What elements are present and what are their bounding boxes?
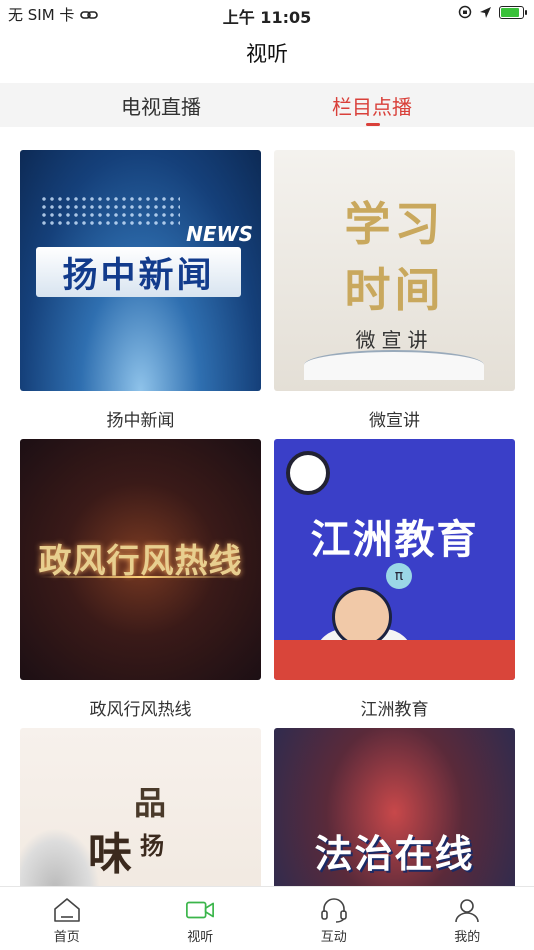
program-thumbnail: 政风行风热线 xyxy=(20,439,261,680)
orientation-lock-icon xyxy=(458,5,472,19)
bottom-tab-label: 视听 xyxy=(187,930,214,945)
page-title: 视听 xyxy=(246,42,288,66)
bottom-tab-label: 我的 xyxy=(454,930,481,945)
thumbnail-char-1: 味 xyxy=(88,829,132,880)
program-card-jiangzhou-education[interactable]: 江洲教育 π 江洲教育 xyxy=(274,439,515,720)
headset-icon xyxy=(319,897,349,923)
status-right xyxy=(458,5,527,19)
pi-badge: π xyxy=(386,563,412,589)
bottom-tab-label: 首页 xyxy=(53,930,80,945)
program-thumbnail: 法治在线 xyxy=(274,728,515,886)
bottom-tab-bar: 首页 视听 互动 我的 xyxy=(0,886,534,950)
video-camera-icon xyxy=(185,897,215,923)
program-card-hotline[interactable]: 政风行风热线 政风行风热线 xyxy=(20,439,261,720)
battery-icon xyxy=(499,5,527,19)
program-card-taste-yangzhong[interactable]: 品 味 扬 xyxy=(20,728,261,886)
thumbnail-title: 政风行风热线 xyxy=(38,541,243,580)
decorative-glow-line xyxy=(40,576,240,578)
thumbnail-title-line1: 学习 xyxy=(344,197,445,251)
status-time: 上午 11:05 xyxy=(222,8,312,27)
bottom-tab-interact[interactable]: 互动 xyxy=(267,887,401,950)
desk-illustration xyxy=(274,640,515,680)
thumbnail-title: 江洲教育 xyxy=(310,517,479,563)
tab-tv-live[interactable]: 电视直播 xyxy=(61,91,261,120)
status-bar: 无 SIM 卡 上午 11:05 xyxy=(0,0,534,30)
program-grid: NEWS 扬中新闻 扬中新闻 学习 时间 微宣讲 微宣讲 政风行风热线 政风行风… xyxy=(20,150,515,886)
bottom-tab-me[interactable]: 我的 xyxy=(401,887,534,950)
program-name: 江洲教育 xyxy=(360,700,429,720)
program-card-yangzhong-news[interactable]: NEWS 扬中新闻 扬中新闻 xyxy=(20,150,261,431)
thumbnail-char-3: 扬 xyxy=(140,832,164,860)
bottom-tab-home[interactable]: 首页 xyxy=(0,887,134,950)
open-book-illustration xyxy=(304,350,484,380)
segment-tab-bar: 电视直播 栏目点播 xyxy=(0,83,534,127)
program-thumbnail: 品 味 扬 xyxy=(20,728,261,886)
program-name: 微宣讲 xyxy=(369,411,420,431)
decorative-dots xyxy=(40,195,180,225)
program-thumbnail: 江洲教育 π xyxy=(274,439,515,680)
clock-icon xyxy=(286,451,330,495)
program-card-rule-of-law[interactable]: 法治在线 xyxy=(274,728,515,886)
home-icon xyxy=(52,897,82,923)
program-card-micro-lecture[interactable]: 学习 时间 微宣讲 微宣讲 xyxy=(274,150,515,431)
thumbnail-title: 扬中新闻 xyxy=(36,247,241,297)
thumbnail-title: 法治在线 xyxy=(314,832,475,876)
thumbnail-char-2: 品 xyxy=(134,784,167,822)
thumbnail-title-line2: 时间 xyxy=(344,263,445,317)
program-name: 政风行风热线 xyxy=(89,700,192,720)
program-thumbnail: 学习 时间 微宣讲 xyxy=(274,150,515,391)
thumbnail-subtitle: 微宣讲 xyxy=(355,328,434,352)
program-thumbnail: NEWS 扬中新闻 xyxy=(20,150,261,391)
location-arrow-icon xyxy=(480,6,491,18)
teacher-head-illustration xyxy=(332,587,392,647)
active-tab-indicator xyxy=(366,123,380,126)
bottom-tab-video[interactable]: 视听 xyxy=(134,887,268,950)
thumbnail-news-text: NEWS xyxy=(186,222,253,246)
user-icon xyxy=(452,897,482,923)
battery-level-fill xyxy=(501,7,519,17)
program-name: 扬中新闻 xyxy=(106,411,175,431)
bottom-tab-label: 互动 xyxy=(320,930,347,945)
tab-program-on-demand[interactable]: 栏目点播 xyxy=(272,91,472,120)
